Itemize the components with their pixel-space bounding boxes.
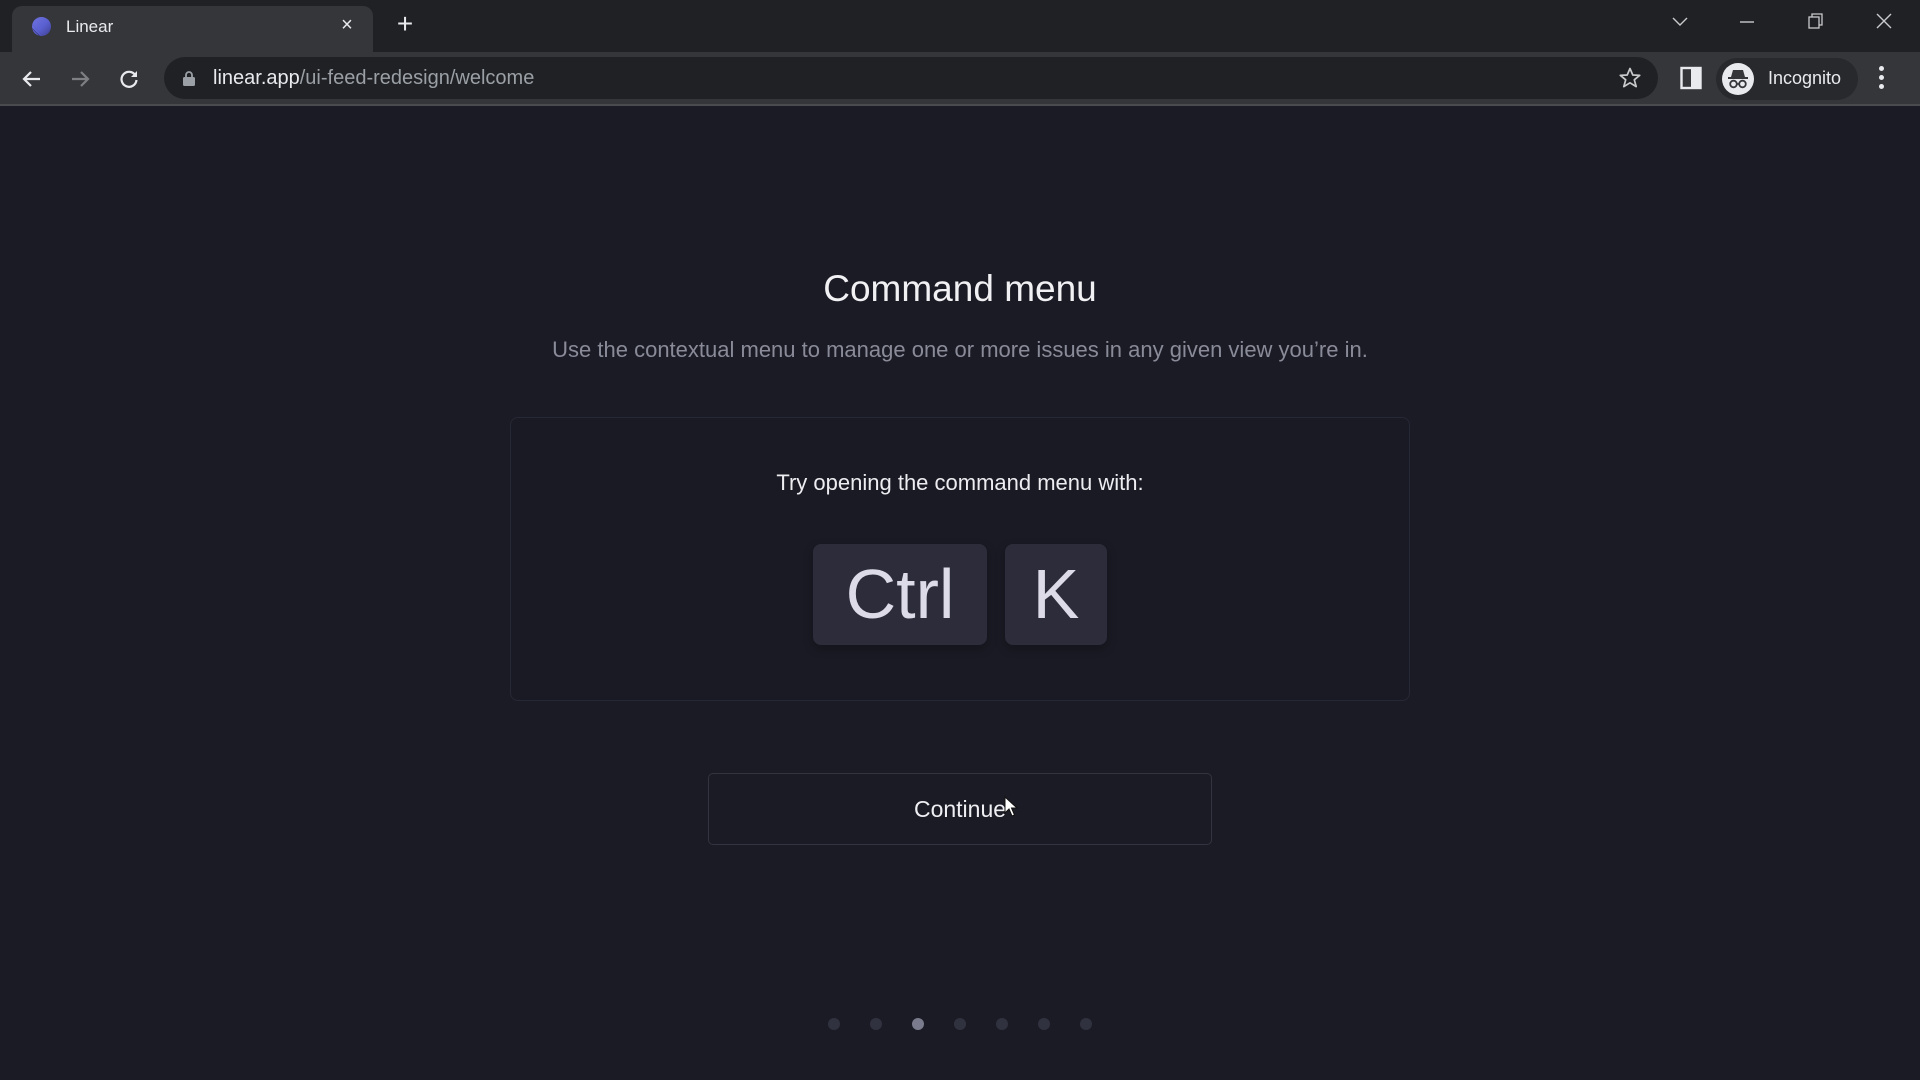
pagination-dot[interactable] [1038,1018,1050,1030]
back-button[interactable] [17,64,47,94]
close-window-button[interactable] [1864,8,1904,36]
pagination-dot[interactable] [1080,1018,1092,1030]
reload-icon [120,70,138,88]
profile-button[interactable]: Incognito [1716,58,1858,100]
key-k: K [1005,544,1107,645]
browser-tab[interactable]: Linear × [12,6,373,52]
url-text[interactable]: linear.app/ui-feed-redesign/welcome [213,67,534,90]
url-host: linear.app [213,67,300,89]
arrow-right-icon [72,71,90,87]
restore-button[interactable] [1796,8,1836,36]
forward-button[interactable] [65,64,95,94]
arrow-left-icon [22,71,40,87]
shortcut-prompt: Try opening the command menu with: [776,470,1144,495]
pagination-dot[interactable] [954,1018,966,1030]
browser-tab-strip: Linear × + [0,0,1920,52]
minimize-icon [1740,21,1754,23]
side-panel-icon[interactable] [1680,66,1702,90]
close-tab-icon[interactable]: × [336,14,358,36]
minimize-button[interactable] [1727,8,1767,36]
profile-label: Incognito [1768,68,1842,88]
browser-toolbar: linear.app/ui-feed-redesign/welcome Inco… [0,52,1920,106]
more-vertical-icon-dot [1878,75,1884,80]
keyboard-shortcut: Ctrl K [511,544,1409,645]
pagination-dot[interactable] [828,1018,840,1030]
continue-button[interactable]: Continue [708,773,1212,845]
linear-logo-icon [32,17,51,36]
more-vertical-icon-dot [1878,66,1884,71]
page-title: Command menu [823,268,1097,309]
incognito-icon [1722,63,1754,95]
key-ctrl: Ctrl [813,544,987,645]
pagination-dot-active[interactable] [912,1018,924,1030]
page-subtitle: Use the contextual menu to manage one or… [552,337,1368,362]
mouse-cursor-icon [1004,796,1018,817]
browser-menu-button[interactable] [1876,66,1886,92]
restore-icon [1808,13,1823,29]
shortcut-card: Try opening the command menu with: Ctrl … [510,417,1410,701]
chevron-down-icon [1672,17,1688,26]
onboarding-page: Command menu Use the contextual menu to … [0,106,1920,1080]
tab-search-button[interactable] [1660,8,1700,36]
more-vertical-icon-dot [1878,84,1884,89]
pagination-dot[interactable] [996,1018,1008,1030]
close-icon [1876,13,1892,29]
tab-title: Linear [66,17,114,36]
pagination-dot[interactable] [870,1018,882,1030]
reload-button[interactable] [114,64,144,94]
pagination-dots [0,1018,1920,1030]
url-path: /ui-feed-redesign/welcome [299,67,535,89]
new-tab-button[interactable]: + [392,10,418,38]
bookmark-star-icon[interactable] [1618,66,1642,90]
lock-icon [183,71,195,86]
address-bar[interactable]: linear.app/ui-feed-redesign/welcome [164,57,1658,99]
